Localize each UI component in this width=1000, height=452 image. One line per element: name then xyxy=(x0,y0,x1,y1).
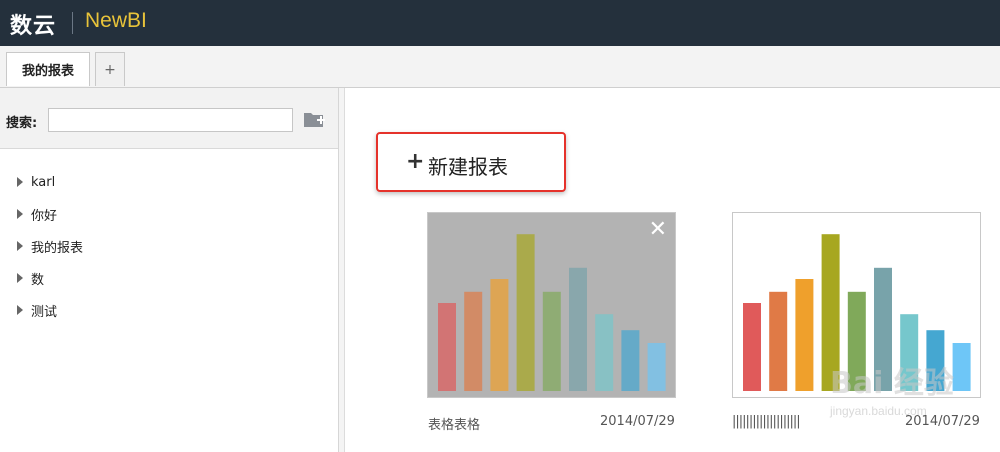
search-label: 搜索: xyxy=(6,116,38,131)
tab-bar: 我的报表 + xyxy=(0,46,1000,88)
report-thumbnail xyxy=(438,234,666,391)
thumbnail-bar xyxy=(595,314,614,391)
tree-item[interactable]: 测试 xyxy=(0,294,338,326)
add-tab-button[interactable]: + xyxy=(95,52,125,86)
logo-en: NewBI xyxy=(85,9,147,32)
thumbnail-bar xyxy=(647,343,666,391)
tree-item[interactable]: 我的报表 xyxy=(0,230,338,262)
tree-item-label: karl xyxy=(31,174,56,190)
close-icon[interactable]: ✕ xyxy=(649,219,667,241)
thumbnail-bar xyxy=(490,279,509,391)
expand-arrow-icon[interactable] xyxy=(17,273,23,283)
logo-separator xyxy=(72,12,73,34)
report-name[interactable]: 表格表格 xyxy=(428,414,480,433)
tree-item-label: 我的报表 xyxy=(31,240,84,256)
thumbnail-bar xyxy=(900,314,919,391)
top-header: 数云 NewBI xyxy=(0,0,1000,46)
plus-icon: + xyxy=(406,149,425,174)
tree-item-label: 测试 xyxy=(31,304,58,320)
report-card[interactable]: ✕ xyxy=(427,212,676,398)
report-date: 2014/07/29 xyxy=(600,414,675,429)
tree-item[interactable]: 你好 xyxy=(0,198,338,230)
thumbnail-bar xyxy=(438,303,456,391)
main-content: + 新建报表 ✕ 表格表格 2014/07/29 |||||||||||||||… xyxy=(346,88,1000,452)
search-input[interactable] xyxy=(48,108,293,132)
thumbnail-bar xyxy=(743,303,761,391)
report-name[interactable]: |||||||||||||||||||| xyxy=(732,414,801,429)
new-report-label: 新建报表 xyxy=(428,155,508,179)
folder-tree: karl 你好 我的报表 数 测试 xyxy=(0,166,338,326)
thumbnail-bar xyxy=(952,343,971,391)
thumbnail-bar xyxy=(795,279,814,391)
report-thumbnail xyxy=(743,234,971,391)
panel-splitter[interactable] xyxy=(339,88,345,452)
search-row: 搜索: xyxy=(0,88,338,149)
thumbnail-bar xyxy=(569,267,587,391)
new-report-button[interactable]: + 新建报表 xyxy=(376,132,566,192)
tree-item[interactable]: 数 xyxy=(0,262,338,294)
thumbnail-bar xyxy=(874,267,892,391)
thumbnail-bar xyxy=(621,330,640,391)
tree-item-label: 数 xyxy=(31,272,45,288)
folder-plus-icon[interactable] xyxy=(303,110,327,130)
thumbnail-bar xyxy=(542,291,561,391)
thumbnail-bar xyxy=(516,234,535,391)
expand-arrow-icon[interactable] xyxy=(17,305,23,315)
thumbnail-bar xyxy=(769,291,788,391)
thumbnail-bar xyxy=(464,291,483,391)
sidebar: 搜索: karl 你好 我的报表 数 测试 xyxy=(0,88,339,452)
thumbnail-bar xyxy=(926,330,945,391)
logo-cn: 数云 xyxy=(10,14,57,39)
expand-arrow-icon[interactable] xyxy=(17,209,23,219)
report-date: 2014/07/29 xyxy=(905,414,980,429)
tree-item[interactable]: karl xyxy=(0,166,338,198)
thumbnail-bar xyxy=(847,291,866,391)
tab-my-reports[interactable]: 我的报表 xyxy=(6,52,90,86)
expand-arrow-icon[interactable] xyxy=(17,177,23,187)
report-card[interactable] xyxy=(732,212,981,398)
tree-item-label: 你好 xyxy=(31,208,58,224)
thumbnail-bar xyxy=(821,234,840,391)
expand-arrow-icon[interactable] xyxy=(17,241,23,251)
